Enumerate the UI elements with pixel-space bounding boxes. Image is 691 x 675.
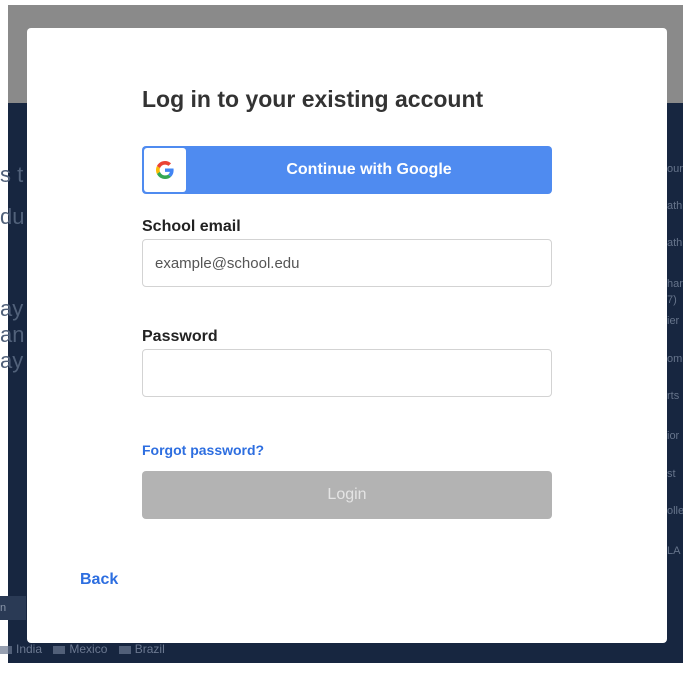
background-text: rts bbox=[667, 390, 680, 402]
country-item: Brazil bbox=[118, 642, 165, 656]
background-text: s t bbox=[0, 162, 24, 187]
background-text: ay bbox=[0, 348, 24, 373]
background-text: ier bbox=[667, 315, 680, 327]
school-email-input[interactable] bbox=[142, 239, 552, 287]
background-text: ath bbox=[667, 237, 683, 249]
country-item: Mexico bbox=[53, 642, 107, 656]
google-button-label: Continue with Google bbox=[286, 161, 452, 178]
background-text: har bbox=[667, 278, 683, 290]
back-link[interactable]: Back bbox=[80, 571, 118, 589]
background-text: om bbox=[667, 353, 683, 365]
school-email-label: School email bbox=[142, 218, 241, 235]
background-text: our bbox=[667, 163, 683, 175]
brazil-flag-icon bbox=[118, 645, 131, 654]
background-footer-strip bbox=[0, 663, 691, 675]
background-text: ath bbox=[667, 200, 683, 212]
google-g-icon bbox=[156, 161, 174, 179]
password-input[interactable] bbox=[142, 349, 552, 397]
background-button: n bbox=[0, 596, 26, 620]
background-text: LA bbox=[667, 545, 681, 557]
background-text: st bbox=[667, 468, 676, 480]
india-flag-icon bbox=[0, 645, 12, 654]
background-text: 7) bbox=[667, 294, 677, 306]
background-text: olle bbox=[667, 505, 683, 517]
modal-title: Log in to your existing account bbox=[142, 86, 484, 112]
mexico-flag-icon bbox=[53, 645, 66, 654]
login-modal: Log in to your existing account Continue… bbox=[27, 28, 667, 643]
password-label: Password bbox=[142, 328, 218, 345]
background-text: ior bbox=[667, 430, 680, 442]
background-text: du bbox=[0, 204, 25, 229]
background-country-list: India Mexico Brazil bbox=[0, 642, 220, 660]
background-text: ay bbox=[0, 296, 24, 321]
country-item: India bbox=[0, 642, 42, 656]
background-text: an bbox=[0, 322, 25, 347]
login-button[interactable]: Login bbox=[142, 471, 552, 519]
forgot-password-link[interactable]: Forgot password? bbox=[142, 442, 264, 458]
google-icon-container bbox=[144, 148, 186, 192]
continue-with-google-button[interactable]: Continue with Google bbox=[142, 146, 552, 194]
